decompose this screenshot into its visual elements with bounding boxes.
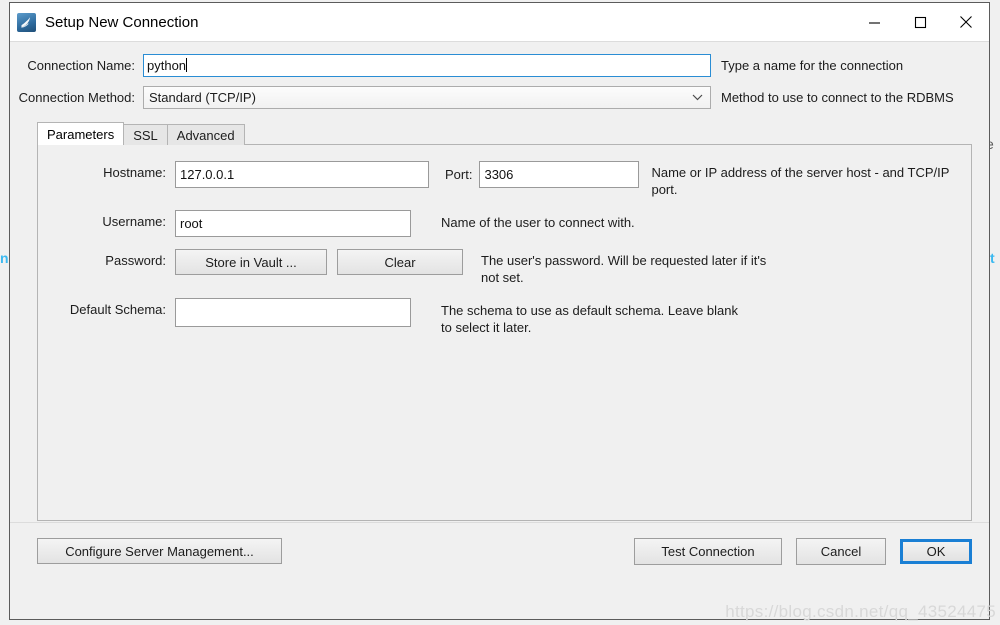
username-label: Username: xyxy=(102,214,166,229)
default-schema-row: Default Schema: The schema to use as def… xyxy=(38,298,971,336)
configure-server-management-label: Configure Server Management... xyxy=(65,543,254,559)
connection-method-select[interactable]: Standard (TCP/IP) xyxy=(143,86,711,109)
tab-parameters[interactable]: Parameters xyxy=(37,122,125,145)
password-row: Password: Store in Vault ... Clear The u… xyxy=(38,249,971,286)
default-schema-label: Default Schema: xyxy=(69,302,166,317)
background-text-fragment-right-mid: t xyxy=(990,250,995,266)
hostname-row: Hostname: Port: Name or IP address of th… xyxy=(38,161,971,198)
workbench-dolphin-icon xyxy=(17,12,36,32)
ok-button[interactable]: OK xyxy=(900,538,972,564)
connection-method-row: Connection Method: Standard (TCP/IP) Met… xyxy=(10,86,989,109)
port-input[interactable] xyxy=(479,161,640,188)
parameters-panel: Hostname: Port: Name or IP address of th… xyxy=(37,144,972,521)
password-label: Password: xyxy=(105,253,166,268)
tab-parameters-label: Parameters xyxy=(47,126,115,142)
clear-password-button[interactable]: Clear xyxy=(337,249,463,275)
connection-name-value: python xyxy=(147,58,187,73)
hostname-input[interactable] xyxy=(175,161,429,188)
background-text-fragment-left: n xyxy=(0,250,9,266)
username-input[interactable] xyxy=(175,210,411,237)
dialog-footer: Configure Server Management... Test Conn… xyxy=(10,522,989,579)
title-bar: Setup New Connection xyxy=(10,3,989,41)
default-schema-description: The schema to use as default schema. Lea… xyxy=(441,303,739,335)
dialog-client-area: Connection Name: python Type a name for … xyxy=(10,41,989,619)
tab-advanced-label: Advanced xyxy=(176,127,235,143)
store-in-vault-button[interactable]: Store in Vault ... xyxy=(175,249,327,275)
store-in-vault-label: Store in Vault ... xyxy=(205,254,297,270)
setup-new-connection-dialog: Setup New Connection Connection Name: py… xyxy=(9,2,990,620)
connection-method-label: Connection Method: xyxy=(18,90,135,105)
text-caret xyxy=(186,58,188,72)
cancel-button[interactable]: Cancel xyxy=(796,537,886,565)
minimize-icon[interactable] xyxy=(851,3,897,41)
configure-server-management-button[interactable]: Configure Server Management... xyxy=(37,538,282,564)
connection-name-input[interactable]: python xyxy=(143,54,711,77)
chevron-down-icon xyxy=(692,87,703,108)
tab-advanced[interactable]: Advanced xyxy=(166,124,245,145)
tab-ssl[interactable]: SSL xyxy=(123,124,168,145)
username-description: Name of the user to connect with. xyxy=(441,215,635,230)
ok-label: OK xyxy=(926,543,946,559)
top-form: Connection Name: python Type a name for … xyxy=(10,42,989,118)
test-connection-label: Test Connection xyxy=(661,543,755,559)
window-controls xyxy=(851,3,989,41)
test-connection-button[interactable]: Test Connection xyxy=(634,537,782,565)
window-title: Setup New Connection xyxy=(45,13,199,31)
connection-name-description: Type a name for the connection xyxy=(721,58,904,73)
port-label: Port: xyxy=(445,167,473,182)
hostname-description: Name or IP address of the server host - … xyxy=(651,165,950,197)
default-schema-input[interactable] xyxy=(175,298,411,327)
clear-password-label: Clear xyxy=(384,254,416,270)
hostname-label: Hostname: xyxy=(103,165,166,180)
username-row: Username: Name of the user to connect wi… xyxy=(38,210,971,237)
footer-action-buttons: Test Connection Cancel OK xyxy=(634,537,972,565)
connection-method-description: Method to use to connect to the RDBMS xyxy=(721,90,954,105)
tab-ssl-label: SSL xyxy=(133,127,158,143)
tab-strip: Parameters SSL Advanced xyxy=(10,122,989,145)
cancel-label: Cancel xyxy=(820,543,862,559)
maximize-icon[interactable] xyxy=(897,3,943,41)
connection-name-row: Connection Name: python Type a name for … xyxy=(10,54,989,77)
connection-name-label: Connection Name: xyxy=(27,58,135,73)
password-description: The user's password. Will be requested l… xyxy=(481,253,767,285)
close-icon[interactable] xyxy=(943,3,989,41)
connection-method-value: Standard (TCP/IP) xyxy=(149,90,256,105)
